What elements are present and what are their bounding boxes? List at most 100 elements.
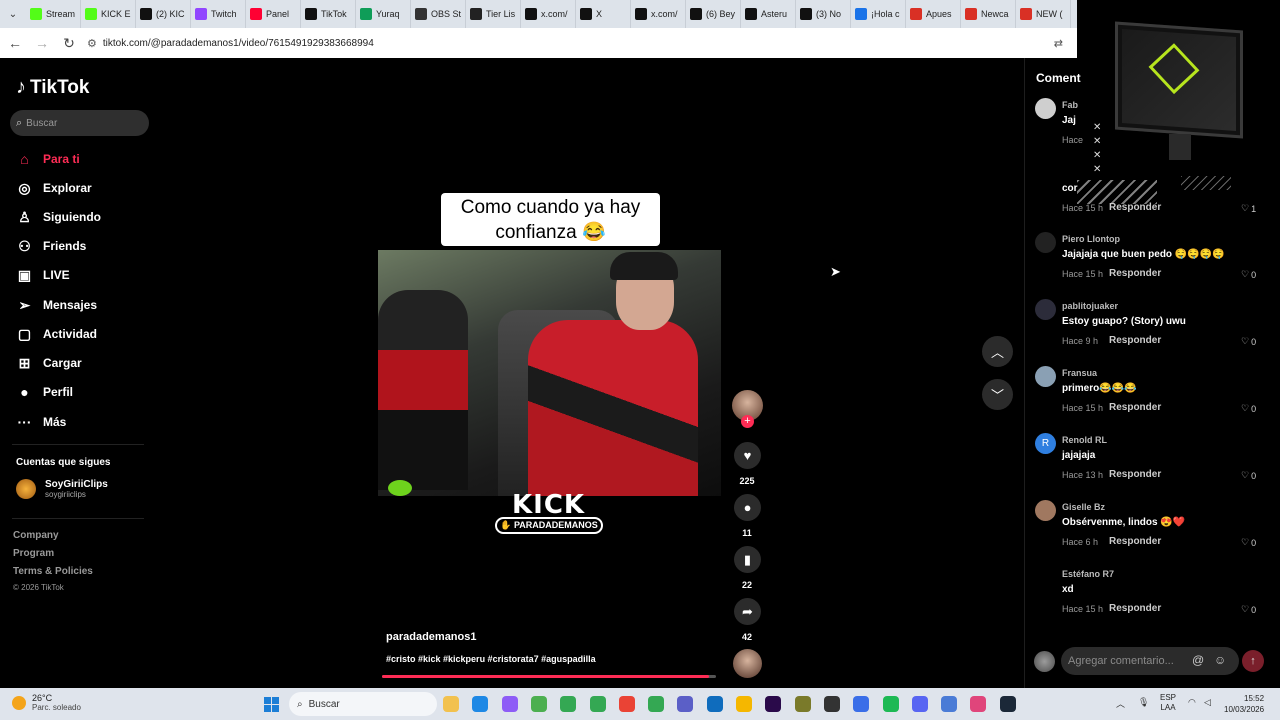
weather-widget[interactable]: 26°C Parc. soleado xyxy=(12,693,81,712)
like-button[interactable]: ♥ xyxy=(734,442,761,469)
avatar[interactable]: R xyxy=(1035,433,1056,454)
browser-tab[interactable]: Stream xyxy=(26,0,81,28)
comment-like-button[interactable]: ♡ 0 xyxy=(1241,269,1256,280)
video-hashtags[interactable]: #cristo #kick #kickperu #cristorata7 #ag… xyxy=(386,654,596,664)
tab-list-chevron-icon[interactable]: ⌄ xyxy=(0,0,26,28)
tiktok-logo[interactable]: ♪ TikTok xyxy=(16,76,89,99)
footer-link-terms[interactable]: Terms & Policies xyxy=(13,566,93,577)
browser-tab[interactable]: x.com/ xyxy=(631,0,686,28)
browser-tab[interactable]: (2) KIC xyxy=(136,0,191,28)
comment-username[interactable]: Estéfano R7 xyxy=(1062,569,1114,579)
sidebar-item-perfil[interactable]: ● Perfil xyxy=(16,381,156,403)
video-progress-bar[interactable] xyxy=(382,675,716,678)
comment-username[interactable]: pablitojuaker xyxy=(1062,301,1118,311)
next-video-avatar[interactable] xyxy=(733,649,762,678)
translate-icon[interactable]: ⇄ xyxy=(1054,37,1063,50)
footer-link-program[interactable]: Program xyxy=(13,548,54,559)
avatar[interactable] xyxy=(1035,98,1056,119)
followed-account[interactable]: SoyGiriiClips soygiriiclips xyxy=(16,479,108,499)
browser-tab[interactable]: ¡Hola c xyxy=(851,0,906,28)
forward-arrow-icon[interactable]: → xyxy=(30,31,54,55)
back-arrow-icon[interactable]: ← xyxy=(3,31,27,55)
sidebar-item-cargar[interactable]: ⊞ Cargar xyxy=(16,352,156,374)
avatar[interactable] xyxy=(1035,232,1056,253)
comment-button[interactable]: ● xyxy=(734,494,761,521)
comment-like-button[interactable]: ♡ 0 xyxy=(1241,336,1256,347)
reply-button[interactable]: Responder xyxy=(1109,335,1161,346)
avatar[interactable] xyxy=(1035,299,1056,320)
footer-link-company[interactable]: Company xyxy=(13,530,59,541)
browser-tab[interactable]: Yuraq xyxy=(356,0,411,28)
browser-tab[interactable]: TikTok xyxy=(301,0,356,28)
browser-tab[interactable]: OBS St xyxy=(411,0,466,28)
app-icon[interactable] xyxy=(970,696,986,712)
reply-button[interactable]: Responder xyxy=(1109,536,1161,547)
comment-username[interactable]: Giselle Bz xyxy=(1062,502,1105,512)
video-author[interactable]: paradademanos1 xyxy=(386,631,476,643)
reload-icon[interactable]: ↻ xyxy=(57,31,81,55)
comment-username[interactable]: Fab xyxy=(1062,100,1078,110)
sidebar-item-mensajes[interactable]: ➢ Mensajes xyxy=(16,294,156,316)
sidebar-item-live[interactable]: ▣ LIVE xyxy=(16,264,156,286)
avatar[interactable] xyxy=(1035,500,1056,521)
app-icon[interactable] xyxy=(531,696,547,712)
browser-tab[interactable]: Panel xyxy=(246,0,301,28)
volume-icon[interactable]: ◁ xyxy=(1204,697,1211,708)
avatar[interactable] xyxy=(1035,567,1056,588)
browser-tab[interactable]: (3) No xyxy=(796,0,851,28)
comment-username[interactable]: Piero Llontop xyxy=(1062,234,1120,244)
comment-input[interactable] xyxy=(1061,647,1239,675)
reply-button[interactable]: Responder xyxy=(1109,268,1161,279)
microphone-icon[interactable]: 🎙 xyxy=(1138,697,1149,708)
url-field[interactable]: ⚙ tiktok.com/@paradademanos1/video/76154… xyxy=(87,31,1047,55)
site-settings-icon[interactable]: ⚙ xyxy=(87,37,97,50)
browser-tab[interactable]: Apues xyxy=(906,0,961,28)
browser-tab[interactable]: Twitch xyxy=(191,0,246,28)
browser-tab[interactable]: X xyxy=(576,0,631,28)
outlook-icon[interactable] xyxy=(707,696,723,712)
comment-username[interactable]: Fransua xyxy=(1062,368,1097,378)
reply-button[interactable]: Responder xyxy=(1109,603,1161,614)
steam-icon[interactable] xyxy=(1000,696,1016,712)
chrome-icon[interactable] xyxy=(648,696,664,712)
reply-button[interactable]: Responder xyxy=(1109,402,1161,413)
chrome-icon[interactable] xyxy=(590,696,606,712)
reply-button[interactable]: Responder xyxy=(1109,202,1161,213)
comment-like-button[interactable]: ♡ 0 xyxy=(1241,604,1256,615)
windows-start-icon[interactable] xyxy=(264,697,279,712)
comment-like-button[interactable]: ♡ 0 xyxy=(1241,403,1256,414)
avatar[interactable] xyxy=(1035,366,1056,387)
sidebar-item-m-s[interactable]: ··· Más xyxy=(16,411,156,433)
previous-video-button[interactable]: ︿ xyxy=(982,336,1013,367)
send-comment-button[interactable]: ↑ xyxy=(1242,650,1264,672)
sidebar-item-para-ti[interactable]: ⌂ Para ti xyxy=(16,148,156,170)
avatar[interactable] xyxy=(1035,166,1056,187)
file-explorer-icon[interactable] xyxy=(443,696,459,712)
app-icon[interactable] xyxy=(677,696,693,712)
taskbar-search[interactable]: ⌕ Buscar xyxy=(289,692,437,716)
follow-plus-icon[interactable]: + xyxy=(741,415,754,428)
show-hidden-icons-icon[interactable]: ︿ xyxy=(1116,697,1125,710)
sidebar-item-explorar[interactable]: ◎ Explorar xyxy=(16,177,156,199)
app-icon[interactable] xyxy=(795,696,811,712)
premiere-icon[interactable] xyxy=(765,696,781,712)
browser-tab[interactable]: Tier Lis xyxy=(466,0,521,28)
next-video-button[interactable]: ﹀ xyxy=(982,379,1013,410)
browser-tab[interactable]: Asteru xyxy=(741,0,796,28)
folder-icon[interactable] xyxy=(736,696,752,712)
browser-tab[interactable]: (6) Bey xyxy=(686,0,741,28)
copilot-icon[interactable] xyxy=(502,696,518,712)
comment-like-button[interactable]: ♡ 1 xyxy=(1241,203,1256,214)
sidebar-item-actividad[interactable]: ▢ Actividad xyxy=(16,323,156,345)
edge-icon[interactable] xyxy=(472,696,488,712)
browser-tab[interactable]: NEW ( xyxy=(1016,0,1071,28)
browser-tab[interactable]: x.com/ xyxy=(521,0,576,28)
share-button[interactable]: ➦ xyxy=(734,598,761,625)
sidebar-search[interactable]: ⌕ xyxy=(10,110,149,136)
spotify-icon[interactable] xyxy=(883,696,899,712)
input-language[interactable]: ESP LAA xyxy=(1160,693,1176,713)
browser-tab[interactable]: KICK E xyxy=(81,0,136,28)
discord-icon[interactable] xyxy=(912,696,928,712)
sidebar-item-siguiendo[interactable]: ♙ Siguiendo xyxy=(16,206,156,228)
comment-like-button[interactable]: ♡ 0 xyxy=(1241,470,1256,481)
